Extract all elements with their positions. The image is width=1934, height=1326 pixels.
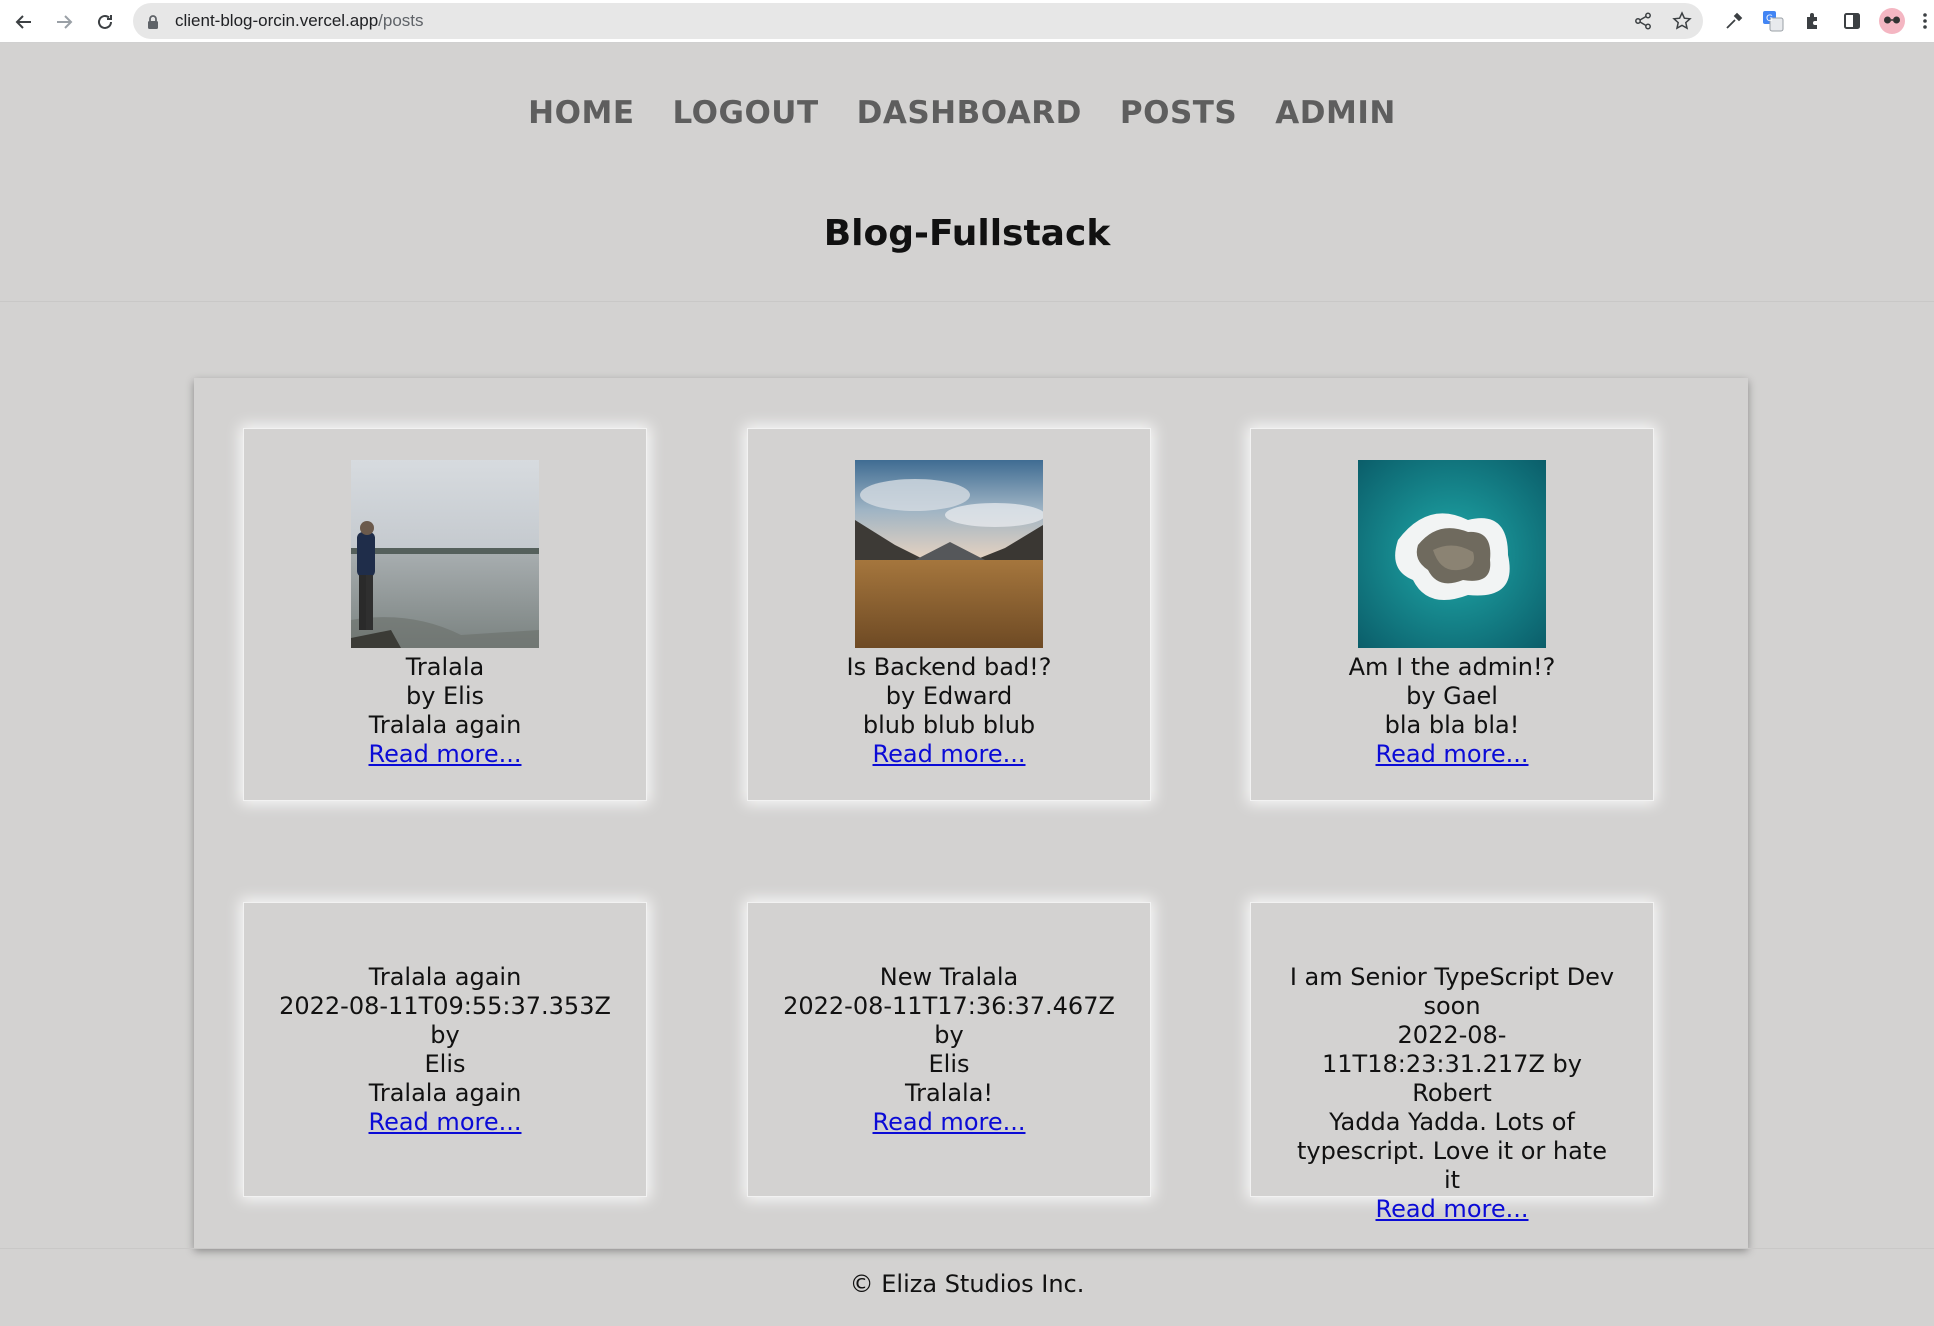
post-excerpt: Tralala again: [368, 711, 522, 739]
read-more-link[interactable]: Read more...: [369, 740, 522, 768]
post-card: Tralala by Elis Tralala again Read more.…: [243, 428, 647, 801]
post-excerpt: Tralala again: [368, 1079, 522, 1107]
back-icon[interactable]: [10, 8, 38, 36]
browser-toolbar: client-blog-orcin.vercel.app/posts G: [0, 0, 1934, 43]
post-by-word: by: [430, 1021, 460, 1049]
footer-divider: [0, 1248, 1934, 1249]
post-title: New Tralala: [879, 963, 1019, 991]
post-title: Is Backend bad!?: [846, 653, 1052, 681]
post-author: by Gael: [1406, 682, 1498, 710]
post-card: Is Backend bad!? by Edward blub blub blu…: [747, 428, 1151, 801]
post-thumbnail-island: [1358, 460, 1546, 648]
eyedropper-icon[interactable]: [1721, 8, 1747, 34]
nav-admin-link[interactable]: ADMIN: [1275, 95, 1396, 131]
post-author: by Elis: [405, 682, 485, 710]
site-title: Blog-Fullstack: [823, 213, 1111, 254]
translate-icon[interactable]: G: [1760, 8, 1786, 34]
posts-panel: Tralala by Elis Tralala again Read more.…: [194, 378, 1748, 1248]
post-author: Elis: [928, 1050, 970, 1078]
post-thumbnail-lake: [351, 460, 539, 648]
post-author: by Edward: [885, 682, 1013, 710]
share-icon[interactable]: [1632, 10, 1654, 32]
read-more-link[interactable]: Read more...: [873, 740, 1026, 768]
post-title: Am I the admin!?: [1348, 653, 1556, 681]
header-divider: [0, 301, 1934, 302]
post-excerpt: blub blub blub: [862, 711, 1036, 739]
post-date: 2022-08-11T18:23:31.217Z: [1322, 1021, 1545, 1078]
post-title: Tralala: [405, 653, 485, 681]
read-more-link[interactable]: Read more...: [369, 1108, 522, 1136]
nav-dashboard-link[interactable]: DASHBOARD: [857, 95, 1082, 131]
post-by-word: by: [934, 1021, 964, 1049]
footer-copyright: © Eliza Studios Inc.: [849, 1270, 1085, 1298]
url-path: /posts: [378, 11, 424, 30]
profile-avatar-icon[interactable]: [1879, 8, 1905, 34]
post-author: Robert: [1412, 1079, 1492, 1107]
post-date: 2022-08-11T09:55:37.353Z: [279, 992, 611, 1020]
post-card: Tralala again 2022-08-11T09:55:37.353Z b…: [243, 902, 647, 1197]
read-more-link[interactable]: Read more...: [873, 1108, 1026, 1136]
side-panel-icon[interactable]: [1839, 8, 1865, 34]
lock-icon: [147, 14, 159, 33]
post-excerpt: Yadda Yadda. Lots of typescript. Love it…: [1297, 1108, 1607, 1194]
post-excerpt: bla bla bla!: [1384, 711, 1520, 739]
post-excerpt: Tralala!: [904, 1079, 994, 1107]
menu-kebab-icon[interactable]: [1918, 8, 1932, 34]
post-date: 2022-08-11T17:36:37.467Z: [783, 992, 1115, 1020]
post-by-word: by: [1552, 1050, 1582, 1078]
url-host: client-blog-orcin.vercel.app: [175, 11, 379, 30]
site-nav: HOME LOGOUT DASHBOARD POSTS ADMIN: [0, 95, 1934, 131]
bookmark-star-icon[interactable]: [1671, 10, 1693, 32]
post-thumbnail-valley: [855, 460, 1043, 648]
post-author: Elis: [424, 1050, 466, 1078]
read-more-link[interactable]: Read more...: [1376, 1195, 1529, 1223]
post-card: I am Senior TypeScript Dev soon 2022-08-…: [1250, 902, 1654, 1223]
post-card: New Tralala 2022-08-11T17:36:37.467Z by E…: [747, 902, 1151, 1197]
forward-icon[interactable]: [50, 8, 78, 36]
nav-home-link[interactable]: HOME: [528, 95, 634, 131]
post-card: Am I the admin!? by Gael bla bla bla! Re…: [1250, 428, 1654, 801]
extensions-puzzle-icon[interactable]: [1800, 8, 1826, 34]
url-text: client-blog-orcin.vercel.app/posts: [175, 11, 424, 31]
post-title: Tralala again: [368, 963, 522, 991]
post-title: I am Senior TypeScript Dev soon: [1289, 963, 1615, 1020]
nav-posts-link[interactable]: POSTS: [1120, 95, 1237, 131]
nav-logout-link[interactable]: LOGOUT: [673, 95, 819, 131]
reload-icon[interactable]: [91, 8, 119, 36]
address-bar[interactable]: client-blog-orcin.vercel.app/posts: [133, 3, 1703, 39]
svg-text:G: G: [1766, 14, 1773, 24]
read-more-link[interactable]: Read more...: [1376, 740, 1529, 768]
